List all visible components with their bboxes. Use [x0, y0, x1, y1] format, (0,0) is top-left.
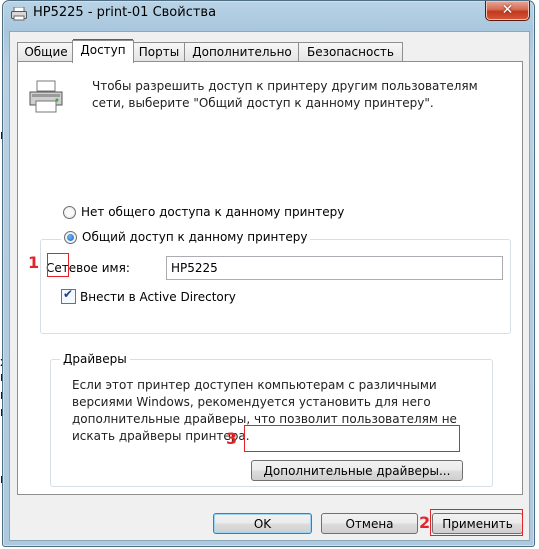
sharing-intro-text: Чтобы разрешить доступ к принтеру другим… — [92, 79, 478, 110]
printer-icon — [29, 80, 63, 113]
dialog-client: Общие Доступ Порты Дополнительно Безопас… — [9, 31, 530, 541]
radio-no-share[interactable] — [63, 205, 76, 219]
share-group-box — [40, 239, 511, 334]
radio-no-share-label: Нет общего доступа к данному принтеру — [81, 205, 345, 219]
publish-ad-label: Внести в Active Directory — [80, 289, 236, 304]
publish-ad-row[interactable]: Внести в Active Directory — [61, 287, 236, 304]
additional-drivers-button[interactable]: Дополнительные драйверы... — [251, 460, 463, 481]
close-icon: ✕ — [501, 2, 514, 18]
checkbox-highlight-box — [47, 253, 69, 277]
tab-advanced[interactable]: Дополнительно — [184, 42, 300, 62]
close-button[interactable]: ✕ — [485, 1, 530, 21]
window-title: HP5225 - print-01 Свойства — [33, 5, 217, 20]
drivers-button-highlight-box — [244, 425, 460, 452]
tab-ports[interactable]: Порты — [132, 42, 186, 62]
annotation-marker-1: 1 — [28, 253, 40, 272]
radio-share-row[interactable]: Общий доступ к данному принтеру — [61, 230, 311, 244]
title-bar[interactable]: HP5225 - print-01 Свойства ✕ — [3, 1, 534, 33]
printer-icon — [11, 7, 27, 21]
annotation-marker-2: 2 — [419, 513, 431, 532]
radio-share-label: Общий доступ к данному принтеру — [82, 230, 308, 244]
apply-highlight-box — [430, 509, 523, 536]
tab-security[interactable]: Безопасность — [298, 42, 403, 62]
share-name-input[interactable]: HP5225 — [166, 256, 503, 280]
drivers-group-title: Драйверы — [60, 352, 130, 366]
radio-share[interactable] — [64, 230, 77, 244]
properties-dialog: HP5225 - print-01 Свойства ✕ Общие Досту… — [2, 0, 535, 547]
cancel-button[interactable]: Отмена — [321, 513, 418, 534]
publish-ad-checkbox[interactable] — [61, 287, 76, 304]
tab-sharing[interactable]: Доступ — [72, 40, 134, 63]
radio-no-share-row[interactable]: Нет общего доступа к данному принтеру — [63, 205, 344, 219]
annotation-marker-3: 3 — [226, 429, 238, 448]
tab-general[interactable]: Общие — [17, 42, 75, 62]
ok-button[interactable]: OK — [213, 513, 312, 534]
